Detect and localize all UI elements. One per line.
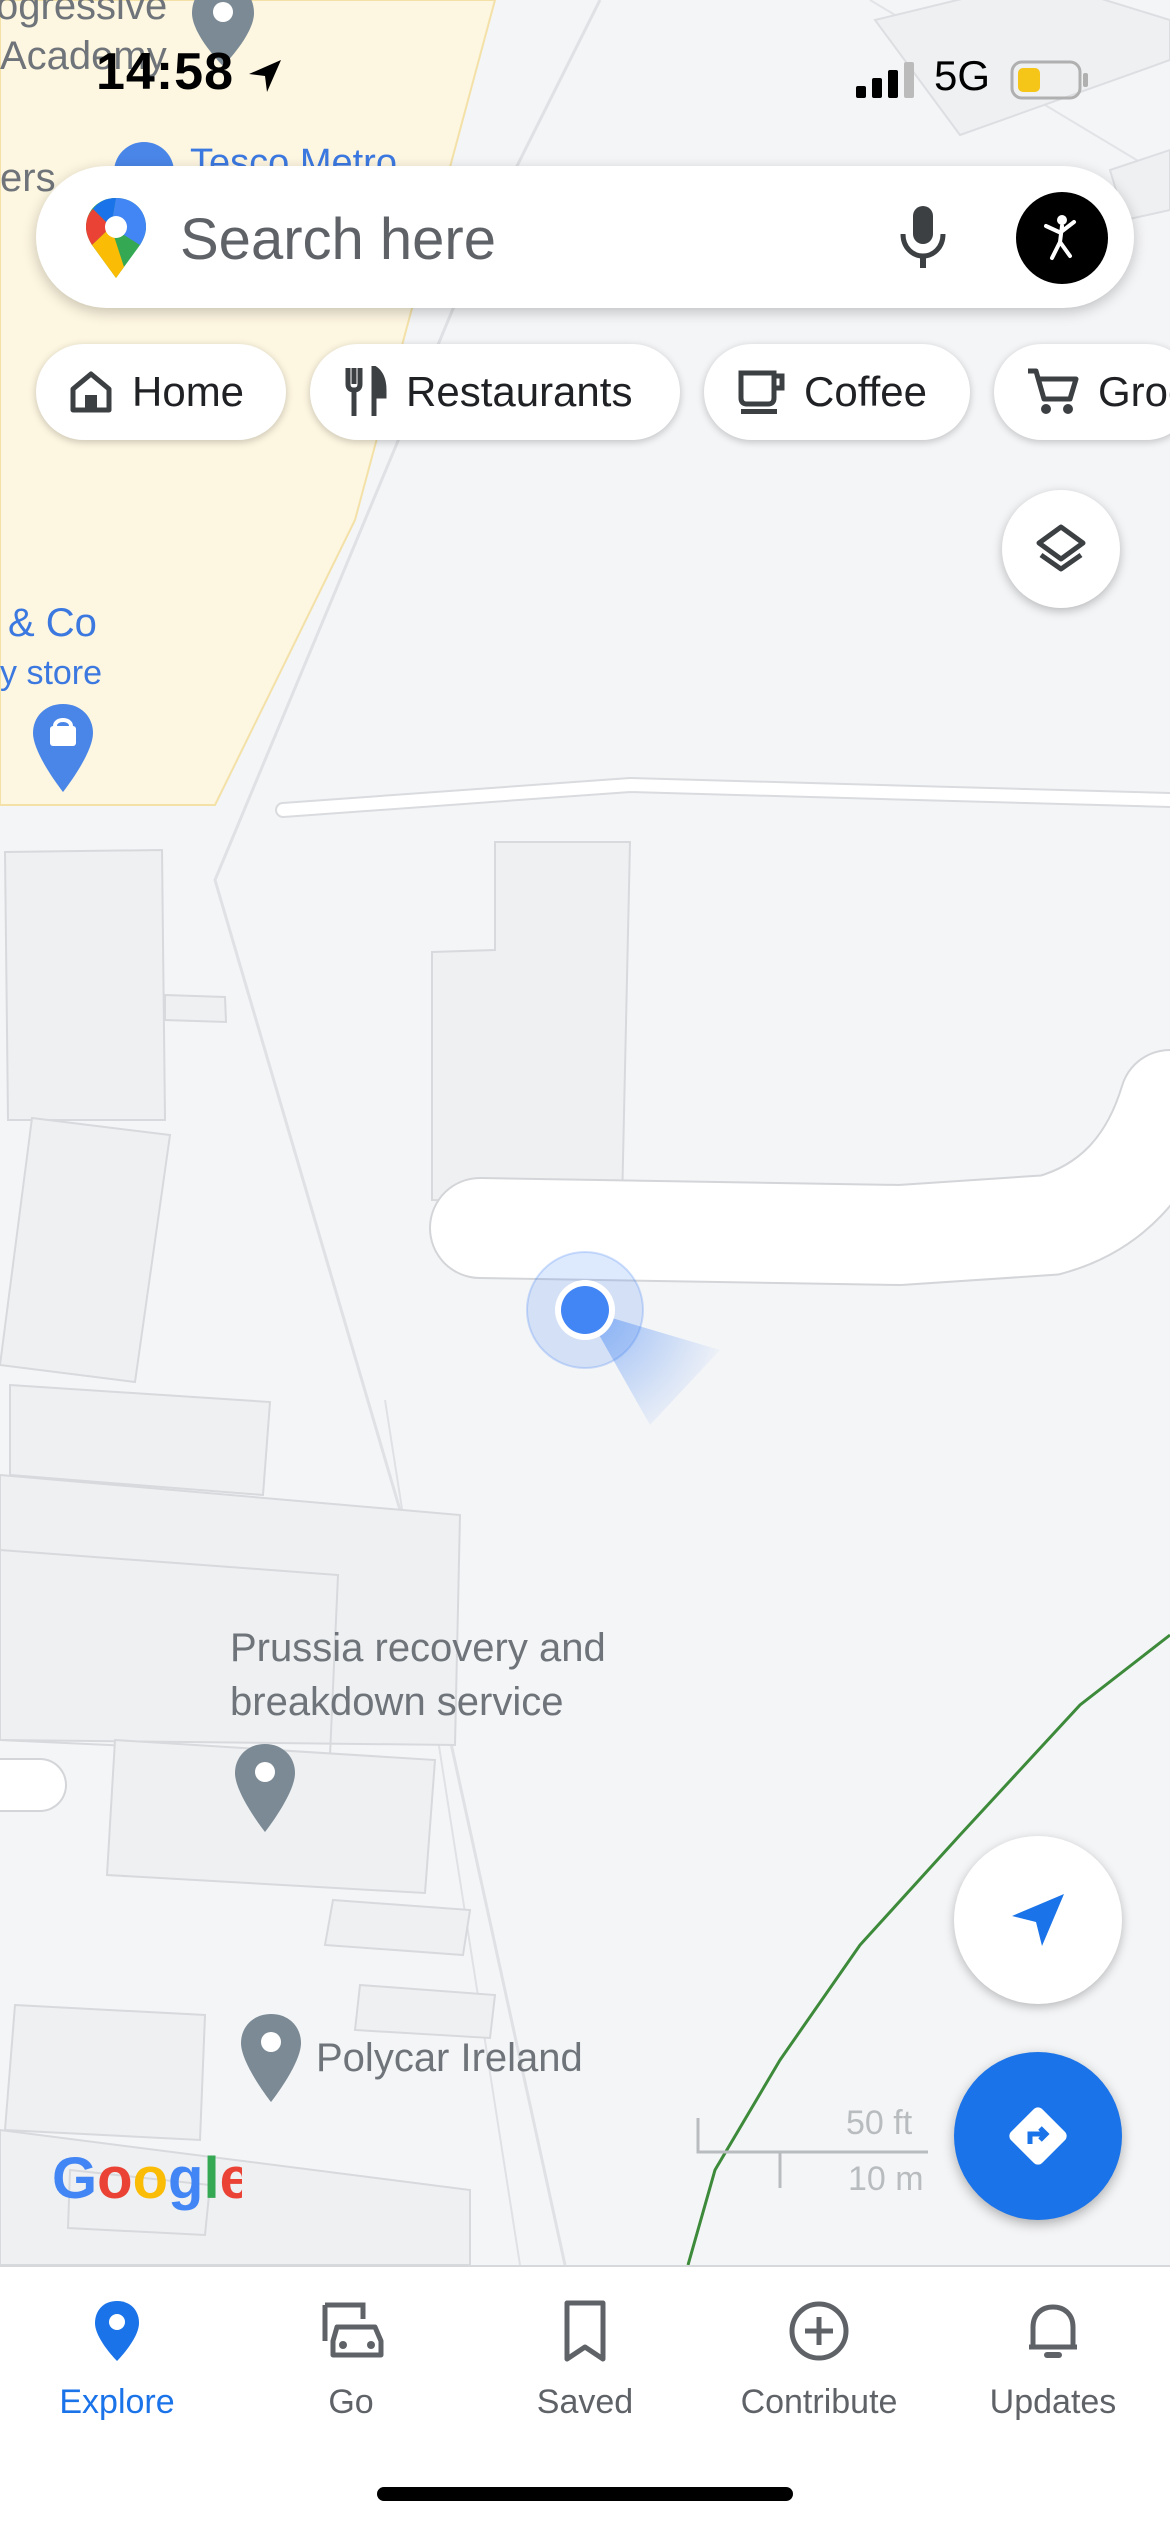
home-indicator[interactable] [377,2487,793,2501]
google-logo: Google [52,2144,252,2219]
search-input[interactable]: Search here [180,206,496,273]
jumpman-icon [1044,215,1076,260]
coffee-cup-icon [738,370,785,414]
shopping-bag-pin-icon[interactable] [30,702,96,799]
bell-icon [1029,2304,1077,2358]
map-label-prussia[interactable]: Prussia recovery and [230,1622,606,1674]
fork-knife-icon [345,366,387,416]
chip-label: Restaurants [406,368,633,415]
directions-icon [1009,2107,1067,2165]
scale-metric: 10 m [848,2160,924,2198]
navigation-arrow-icon [1012,1894,1064,1946]
status-time: 14:58 [96,43,234,101]
search-bar[interactable]: Search here [36,166,1134,308]
signal-icon [854,60,918,105]
nav-updates[interactable]: Updates [936,2267,1170,2467]
nav-label: Contribute [740,2383,898,2421]
place-pin-icon[interactable] [232,1742,298,1839]
map-label-prussia[interactable]: breakdown service [230,1676,564,1728]
directions-button[interactable] [954,2052,1122,2220]
nav-label: Updates [989,2383,1117,2421]
shopping-cart-icon [1028,368,1079,414]
nav-saved[interactable]: Saved [468,2267,702,2467]
explore-pin-icon [95,2301,139,2361]
chip-label: Coffee [804,368,927,415]
chip-label: Home [132,368,245,415]
car-icon [322,2302,384,2358]
layers-icon [1036,524,1086,572]
chip-groceries[interactable]: Groceries [994,344,1170,440]
layers-button[interactable] [1002,490,1120,608]
microphone-icon[interactable] [896,204,950,275]
nav-explore[interactable]: Explore [0,2267,234,2467]
nav-go[interactable]: Go [234,2267,468,2467]
network-type: 5G [934,52,991,99]
chip-coffee[interactable]: Coffee [704,344,970,440]
location-dot [561,1286,609,1334]
plus-circle-icon [789,2301,849,2361]
nav-label: Go [328,2383,374,2421]
chip-label: Groceries [1098,368,1170,415]
svg-text:Google: Google [52,2146,242,2211]
maps-logo-icon [84,196,148,285]
location-arrow-icon [245,56,285,101]
map-label-store-type[interactable]: y store [0,650,102,696]
map-label-polycar[interactable]: Polycar Ireland [316,2032,583,2084]
status-bar: 14:58 5G [0,0,1170,150]
place-pin-icon[interactable] [238,2012,304,2109]
scale-imperial: 50 ft [846,2104,913,2142]
home-icon [70,371,112,413]
recenter-button[interactable] [954,1836,1122,2004]
chip-home[interactable]: Home [36,344,286,440]
battery-icon [1010,60,1090,105]
bookmark-icon [564,2300,606,2362]
chip-restaurants[interactable]: Restaurants [310,344,680,440]
nav-contribute[interactable]: Contribute [702,2267,936,2467]
nav-label: Explore [59,2383,175,2421]
nav-label: Saved [536,2383,634,2421]
avatar[interactable] [1016,192,1108,284]
map-label-store[interactable]: & Co [8,600,97,646]
